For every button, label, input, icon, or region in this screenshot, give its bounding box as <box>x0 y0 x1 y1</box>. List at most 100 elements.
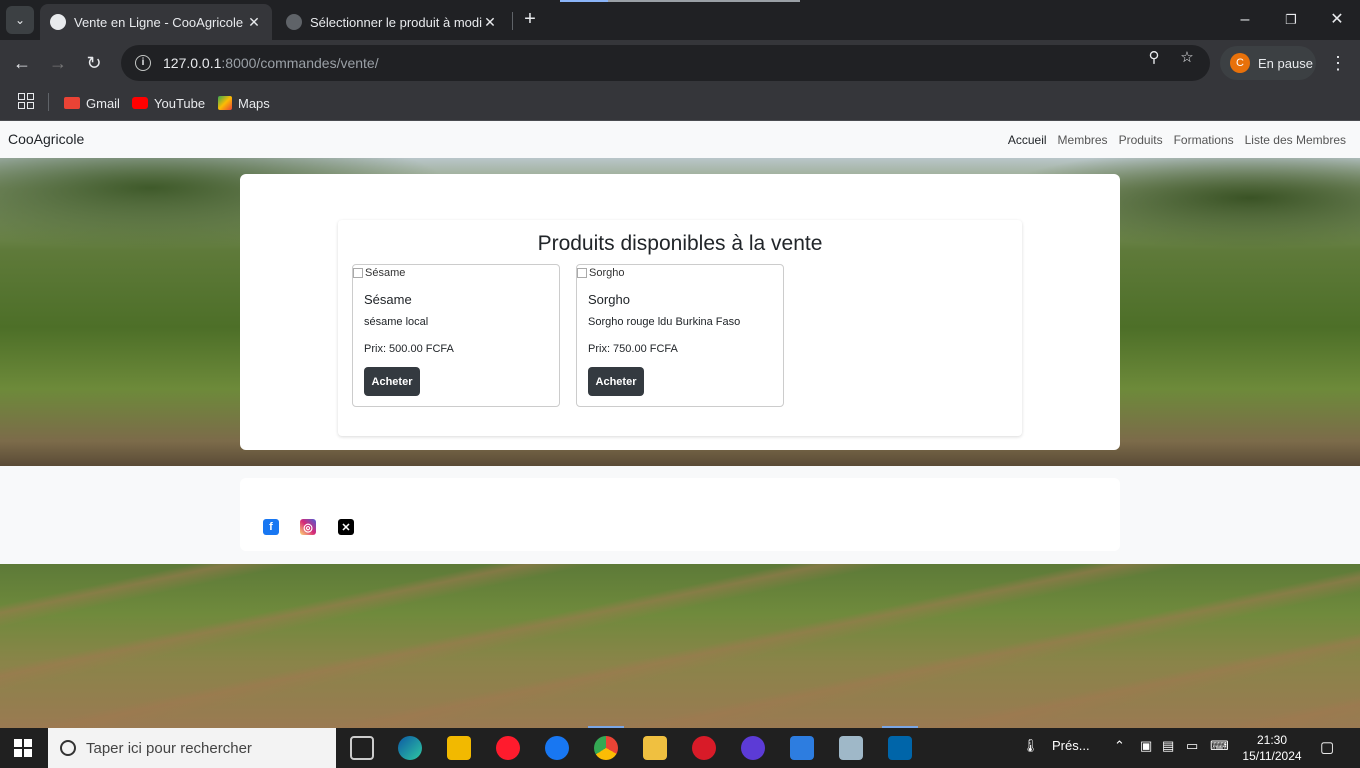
bookmark-maps[interactable]: Maps <box>218 92 270 114</box>
search-placeholder: Taper ici pour rechercher <box>86 739 252 757</box>
active-app-indicator <box>588 726 624 728</box>
x-icon[interactable]: ✕ <box>338 519 354 535</box>
zoom-icon[interactable]: ⚲ <box>1144 48 1164 68</box>
taskbar-clock[interactable]: 21:30 15/11/2024 <box>1240 732 1304 764</box>
profile-status: En pause <box>1258 55 1313 71</box>
taskbar: Taper ici pour rechercher 🌡 Prés... ⌃ ▣ … <box>0 728 1360 768</box>
task-view-icon[interactable] <box>350 736 374 760</box>
facebook-icon[interactable]: f <box>263 519 279 535</box>
mail-icon[interactable] <box>790 736 814 760</box>
product-name: Sésame <box>364 292 412 307</box>
close-window-button[interactable]: ✕ <box>1325 8 1349 32</box>
youtube-icon <box>132 97 148 109</box>
bookmark-star-icon[interactable]: ☆ <box>1177 48 1197 68</box>
tab-search-button[interactable]: ⌄ <box>6 6 34 34</box>
acheter-button[interactable]: Acheter <box>588 367 644 396</box>
bookmark-divider <box>48 93 49 111</box>
reload-button[interactable]: ↻ <box>81 50 107 76</box>
bookmarks-bar: Gmail YouTube Maps <box>0 86 1360 121</box>
tab-divider <box>512 12 513 30</box>
globe-icon <box>286 14 302 30</box>
nav-membres[interactable]: Membres <box>1058 133 1108 147</box>
active-app-indicator <box>882 726 918 728</box>
bookmark-label: Gmail <box>86 95 120 111</box>
bookmark-label: YouTube <box>154 95 206 111</box>
bookmark-gmail[interactable]: Gmail <box>64 92 120 114</box>
app-red-icon[interactable] <box>692 736 716 760</box>
apps-grid-icon[interactable] <box>18 93 34 109</box>
vscode-icon[interactable] <box>888 736 912 760</box>
close-icon[interactable]: ✕ <box>482 14 498 31</box>
chrome-icon[interactable] <box>594 736 618 760</box>
product-name: Sorgho <box>588 292 630 307</box>
thermometer-icon: 🌡 <box>1022 738 1039 753</box>
product-card-sorgho: Sorgho Sorgho Sorgho rouge ldu Burkina F… <box>576 264 784 407</box>
opera-icon[interactable] <box>496 736 520 760</box>
weather-text[interactable]: Prés... <box>1052 738 1090 753</box>
app-grey-icon[interactable] <box>839 736 863 760</box>
nav-produits[interactable]: Produits <box>1119 133 1163 147</box>
url-path: :8000/commandes/vente/ <box>221 55 379 71</box>
battery-icon[interactable]: ▭ <box>1186 738 1198 754</box>
tab-strip: ⌄ Vente en Ligne - CooAgricole ✕ Sélecti… <box>0 0 1360 40</box>
profile-button[interactable]: C En pause <box>1220 46 1316 80</box>
site-navbar: CooAgricole Accueil Membres Produits For… <box>0 121 1360 158</box>
broken-image-icon <box>577 268 587 278</box>
meet-icon[interactable]: ▣ <box>1140 738 1152 754</box>
facebook-app-icon[interactable] <box>545 736 569 760</box>
close-icon[interactable]: ✕ <box>246 14 262 31</box>
instagram-icon[interactable]: ◎ <box>300 519 316 535</box>
keyboard-icon[interactable]: ⌨ <box>1210 738 1229 754</box>
product-price: Prix: 500.00 FCFA <box>364 343 454 355</box>
edge-icon[interactable] <box>398 736 422 760</box>
product-description: Sorgho rouge ldu Burkina Faso <box>588 316 741 328</box>
product-image-broken: Sésame <box>353 267 405 279</box>
broken-image-icon <box>353 268 363 278</box>
file-explorer-icon[interactable] <box>643 736 667 760</box>
browser-toolbar: ← → ↻ i 127.0.0.1:8000/commandes/vente/ … <box>0 40 1360 86</box>
minimize-button[interactable]: – <box>1233 8 1257 32</box>
notification-icon[interactable]: ▢ <box>1320 738 1334 756</box>
restore-button[interactable]: ❐ <box>1279 8 1303 32</box>
url-host: 127.0.0.1 <box>163 55 222 71</box>
acheter-button[interactable]: Acheter <box>364 367 420 396</box>
site-favicon-icon <box>50 14 66 30</box>
network-icon[interactable]: ▤ <box>1162 738 1174 754</box>
store-icon[interactable] <box>447 736 471 760</box>
taskbar-search-input[interactable]: Taper ici pour rechercher <box>48 728 336 768</box>
new-tab-button[interactable]: + <box>518 8 542 32</box>
windows-start-icon[interactable] <box>14 739 32 757</box>
tab-title: Sélectionner le produit à modifier <box>310 14 482 30</box>
footer-card <box>240 478 1120 551</box>
tab-vente-en-ligne[interactable]: Vente en Ligne - CooAgricole ✕ <box>40 4 272 40</box>
nav-liste-membres[interactable]: Liste des Membres <box>1245 133 1346 147</box>
search-icon <box>60 740 76 756</box>
gmail-icon <box>64 97 80 109</box>
clock-date: 15/11/2024 <box>1242 749 1302 763</box>
nav-links: Accueil Membres Produits Formations List… <box>1008 133 1346 147</box>
loading-indicator <box>560 0 800 2</box>
page-title: Produits disponibles à la vente <box>537 232 823 255</box>
bookmark-label: Maps <box>238 95 270 111</box>
product-description: sésame local <box>364 316 429 328</box>
site-info-icon[interactable]: i <box>135 55 151 71</box>
forward-button[interactable]: → <box>45 50 71 76</box>
menu-kebab-icon[interactable]: ⋮ <box>1326 50 1350 76</box>
app-purple-icon[interactable] <box>741 736 765 760</box>
nav-accueil[interactable]: Accueil <box>1008 133 1047 147</box>
avatar: C <box>1230 53 1250 73</box>
field-background-image <box>0 564 1360 728</box>
product-image-broken: Sorgho <box>577 267 624 279</box>
product-card-sesame: Sésame Sésame sésame local Prix: 500.00 … <box>352 264 560 407</box>
tab-title: Vente en Ligne - CooAgricole <box>74 14 244 30</box>
bookmark-youtube[interactable]: YouTube <box>132 92 205 114</box>
maps-icon <box>218 96 232 110</box>
tab-selectionner-produit[interactable]: Sélectionner le produit à modifier ✕ <box>276 4 508 40</box>
site-brand[interactable]: CooAgricole <box>8 131 84 147</box>
clock-time: 21:30 <box>1256 733 1288 747</box>
chevron-up-icon[interactable]: ⌃ <box>1114 738 1125 754</box>
product-price: Prix: 750.00 FCFA <box>588 343 678 355</box>
back-button[interactable]: ← <box>9 50 35 76</box>
address-bar[interactable]: i 127.0.0.1:8000/commandes/vente/ <box>121 45 1210 81</box>
nav-formations[interactable]: Formations <box>1174 133 1234 147</box>
